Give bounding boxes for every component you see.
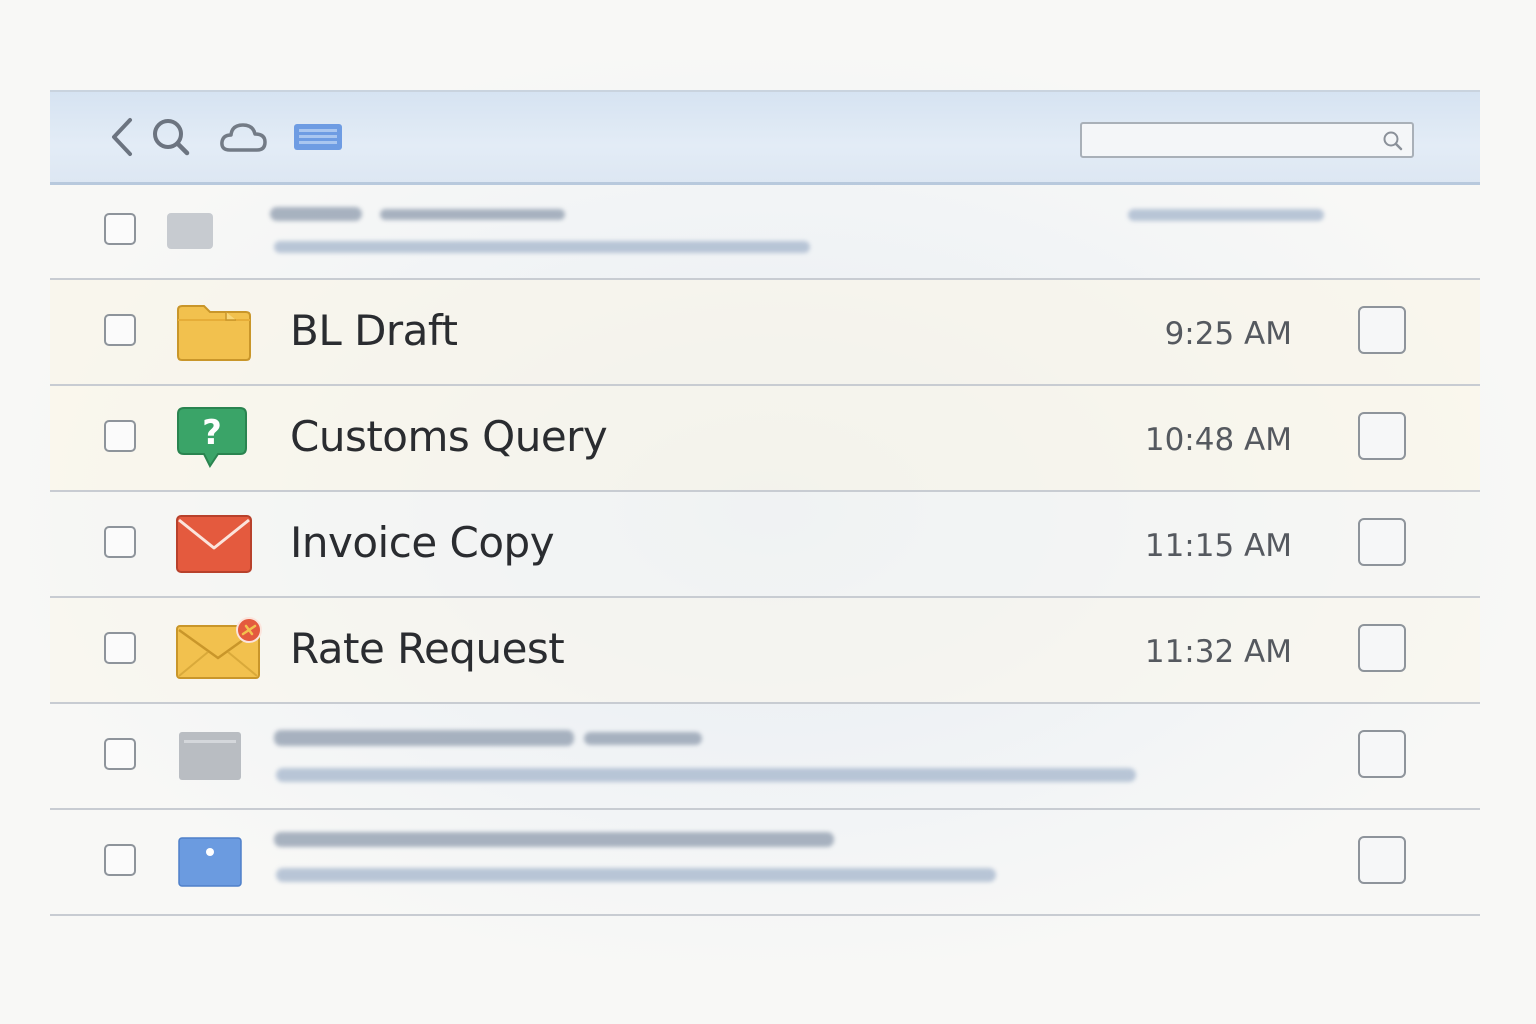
row-checkbox[interactable] <box>104 844 136 876</box>
keyboard-icon[interactable] <box>292 114 344 160</box>
row-action-box[interactable] <box>1358 624 1406 672</box>
message-list: BL Draft 9:25 AM ? Customs Query 10:48 A… <box>50 183 1480 916</box>
row-action-box[interactable] <box>1358 518 1406 566</box>
list-item[interactable] <box>50 810 1480 916</box>
blurred-sender <box>270 207 362 221</box>
gray-window-icon <box>178 730 242 782</box>
message-row-invoice-copy[interactable]: Invoice Copy 11:15 AM <box>50 492 1480 598</box>
row-action-box[interactable] <box>1358 412 1406 460</box>
search-input[interactable] <box>1090 128 1374 154</box>
mail-window: BL Draft 9:25 AM ? Customs Query 10:48 A… <box>40 90 1490 916</box>
row-checkbox[interactable] <box>104 632 136 664</box>
list-item[interactable] <box>50 183 1480 280</box>
blurred-sender <box>274 832 834 847</box>
blurred-text <box>584 732 702 745</box>
message-subject: Customs Query <box>290 412 608 461</box>
message-row-bl-draft[interactable]: BL Draft 9:25 AM <box>50 280 1480 386</box>
toolbar <box>50 90 1480 185</box>
blurred-time <box>1128 209 1324 221</box>
row-action-box[interactable] <box>1358 306 1406 354</box>
message-subject: Rate Request <box>290 624 565 673</box>
row-action-box[interactable] <box>1358 730 1406 778</box>
message-subject: BL Draft <box>290 306 458 355</box>
row-checkbox[interactable] <box>104 738 136 770</box>
message-row-rate-request[interactable]: Rate Request 11:32 AM <box>50 598 1480 704</box>
blurred-preview <box>276 868 996 882</box>
search-field-icon[interactable] <box>1382 130 1404 152</box>
row-checkbox[interactable] <box>104 213 136 245</box>
blurred-preview <box>276 768 1136 782</box>
envelope-flagged-icon <box>174 616 264 684</box>
message-time: 11:15 AM <box>1144 528 1292 564</box>
blurred-sender <box>274 730 574 746</box>
blue-window-icon <box>178 836 242 888</box>
folder-icon <box>174 298 254 366</box>
back-icon[interactable] <box>100 114 146 160</box>
search-field[interactable] <box>1080 122 1414 158</box>
message-time: 9:25 AM <box>1164 316 1292 352</box>
envelope-icon <box>174 510 254 578</box>
message-time: 10:48 AM <box>1144 422 1292 458</box>
svg-text:?: ? <box>202 413 222 453</box>
message-row-customs-query[interactable]: ? Customs Query 10:48 AM <box>50 386 1480 492</box>
blurred-text <box>380 209 565 220</box>
cloud-icon[interactable] <box>218 114 270 160</box>
question-bubble-icon: ? <box>174 404 254 472</box>
search-icon[interactable] <box>148 114 194 160</box>
row-checkbox[interactable] <box>104 314 136 346</box>
blurred-preview <box>274 241 810 253</box>
message-time: 11:32 AM <box>1144 634 1292 670</box>
row-checkbox[interactable] <box>104 420 136 452</box>
list-item[interactable] <box>50 704 1480 810</box>
message-subject: Invoice Copy <box>290 518 555 567</box>
gray-thumbnail-icon <box>166 211 214 251</box>
row-action-box[interactable] <box>1358 836 1406 884</box>
row-checkbox[interactable] <box>104 526 136 558</box>
